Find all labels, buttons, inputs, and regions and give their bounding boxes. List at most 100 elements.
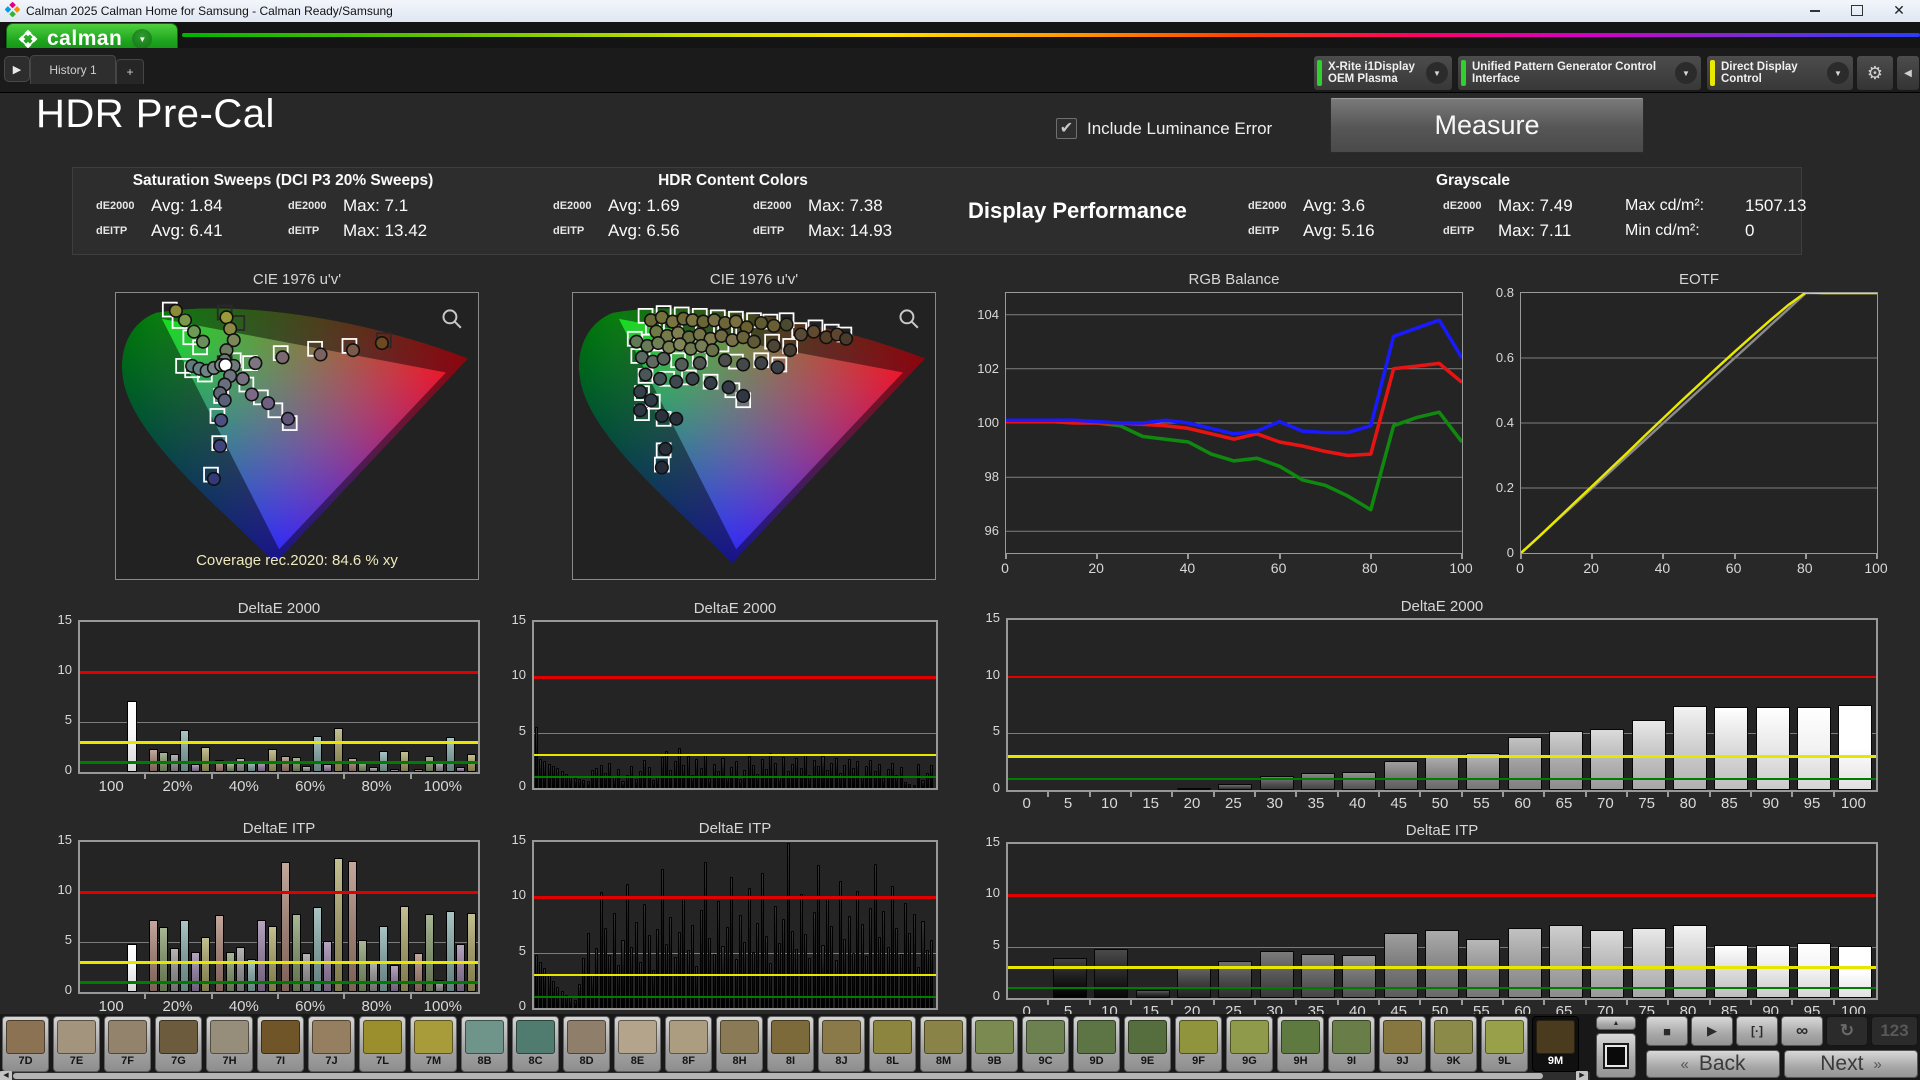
swatch-9G[interactable]: 9G [1226, 1016, 1273, 1072]
gray-bar [1797, 942, 1831, 998]
y-tick-label: 5 [64, 932, 72, 947]
swatch-8E[interactable]: 8E [614, 1016, 661, 1072]
sidebar-expander-button[interactable]: ▶ [4, 56, 30, 82]
swatch-8F[interactable]: 8F [665, 1016, 712, 1072]
swatch-9M[interactable]: 9M [1532, 1016, 1579, 1072]
swatch-9K[interactable]: 9K [1430, 1016, 1477, 1072]
scrollbar-thumb[interactable] [13, 1073, 1543, 1079]
stop-button[interactable]: ■ [1646, 1016, 1688, 1046]
swatch-color [516, 1020, 555, 1054]
y-tick-label: 98 [984, 469, 999, 485]
gray-bar [1342, 771, 1377, 790]
refresh-button[interactable]: ↻ [1826, 1016, 1868, 1046]
scroll-right-button[interactable]: ▶ [1576, 1071, 1588, 1080]
zoom-icon[interactable] [442, 309, 462, 329]
swatch-8H[interactable]: 8H [716, 1016, 763, 1072]
gray-bar [1466, 752, 1501, 790]
next-button[interactable]: Next» [1784, 1050, 1918, 1078]
minimize-button[interactable] [1794, 0, 1836, 21]
maximize-button[interactable] [1836, 0, 1878, 21]
bar [660, 868, 664, 1008]
swatch-7J[interactable]: 7J [308, 1016, 355, 1072]
bracket-icon: [·] [1751, 1024, 1763, 1038]
bar [904, 782, 908, 788]
swatch-7D[interactable]: 7D [2, 1016, 49, 1072]
y-tick-label: 0.6 [1495, 350, 1514, 365]
close-button[interactable]: ✕ [1878, 0, 1920, 21]
bar [695, 759, 699, 788]
swatch-7L[interactable]: 7L [359, 1016, 406, 1072]
swatch-9H[interactable]: 9H [1277, 1016, 1324, 1072]
gray-bar [1177, 787, 1211, 790]
measure-button[interactable]: Measure [1330, 97, 1644, 153]
swatch-9I[interactable]: 9I [1328, 1016, 1375, 1072]
swatch-7G[interactable]: 7G [155, 1016, 202, 1072]
swatch-9F[interactable]: 9F [1175, 1016, 1222, 1072]
swatch-8D[interactable]: 8D [563, 1016, 610, 1072]
swatch-8L[interactable]: 8L [869, 1016, 916, 1072]
strip-up-button[interactable]: ▲ [1596, 1016, 1636, 1030]
tab-history-1[interactable]: History 1 [30, 55, 116, 84]
swatch-9C[interactable]: 9C [1022, 1016, 1069, 1072]
bar [786, 843, 790, 1008]
swatch-7I[interactable]: 7I [257, 1016, 304, 1072]
bar [704, 753, 708, 788]
play-button[interactable]: ▶ [1691, 1016, 1733, 1046]
loop-button[interactable]: ∞ [1781, 1016, 1823, 1046]
add-tab-button[interactable]: + [116, 59, 144, 84]
app-icon [4, 1, 21, 20]
sweep-label: 100 [98, 778, 124, 795]
step-button[interactable]: [·] [1736, 1016, 1778, 1046]
swatch-8I[interactable]: 8I [767, 1016, 814, 1072]
swatch-7F[interactable]: 7F [104, 1016, 151, 1072]
bar [323, 764, 333, 772]
zoom-icon[interactable] [899, 309, 919, 329]
swatch-8C[interactable]: 8C [512, 1016, 559, 1072]
chevron-down-icon[interactable]: ▼ [1827, 62, 1849, 84]
collapse-panel-button[interactable]: ◀ [1896, 55, 1920, 91]
chevron-down-icon[interactable]: ▼ [1675, 62, 1697, 84]
swatch-8M[interactable]: 8M [920, 1016, 967, 1072]
swatch-7M[interactable]: 7M [410, 1016, 457, 1072]
swatch-8J[interactable]: 8J [818, 1016, 865, 1072]
marker-button[interactable] [1596, 1033, 1636, 1078]
swatch-label: 8M [935, 1055, 952, 1067]
sweep-label: 100 [98, 998, 124, 1015]
swatch-color [975, 1020, 1014, 1054]
bar [368, 767, 378, 772]
meter-selector[interactable]: X-Rite i1Display OEM Plasma ▼ [1313, 55, 1453, 91]
bar [569, 998, 573, 1008]
bar [617, 964, 621, 1008]
gridline-5 [534, 732, 936, 734]
pattern-generator-selector[interactable]: Unified Pattern Generator Control Interf… [1457, 55, 1702, 91]
marker-icon [1603, 1042, 1629, 1069]
gray-label: 45 [1390, 795, 1407, 812]
swatch-8B[interactable]: 8B [461, 1016, 508, 1072]
bar [799, 894, 803, 1008]
bar [821, 755, 825, 788]
bar [804, 754, 808, 788]
swatch-9L[interactable]: 9L [1481, 1016, 1528, 1072]
scroll-left-button[interactable]: ◀ [0, 1071, 12, 1080]
swatch-color [414, 1020, 453, 1054]
chevron-down-icon[interactable]: ▼ [1426, 62, 1448, 84]
back-button[interactable]: «Back [1646, 1050, 1780, 1078]
swatch-9B[interactable]: 9B [971, 1016, 1018, 1072]
settings-button[interactable]: ⚙ [1856, 55, 1894, 91]
swatch-7E[interactable]: 7E [53, 1016, 100, 1072]
bar [347, 861, 357, 992]
swatch-9J[interactable]: 9J [1379, 1016, 1426, 1072]
bar [617, 769, 621, 788]
swatch-9E[interactable]: 9E [1124, 1016, 1171, 1072]
display-control-selector[interactable]: Direct Display Control ▼ [1706, 55, 1854, 91]
swatch-9D[interactable]: 9D [1073, 1016, 1120, 1072]
ref-line-green [1008, 777, 1876, 781]
x-tick [1279, 554, 1281, 559]
plot-deitp-gray [1006, 842, 1878, 1000]
checkbox-icon[interactable]: ✔ [1056, 118, 1077, 139]
swatch-7H[interactable]: 7H [206, 1016, 253, 1072]
gray-label: 80 [1679, 795, 1697, 812]
include-luminance-error[interactable]: ✔ Include Luminance Error [1056, 118, 1272, 139]
swatch-color [1281, 1020, 1320, 1054]
window-title: Calman 2025 Calman Home for Samsung - Ca… [26, 4, 393, 18]
